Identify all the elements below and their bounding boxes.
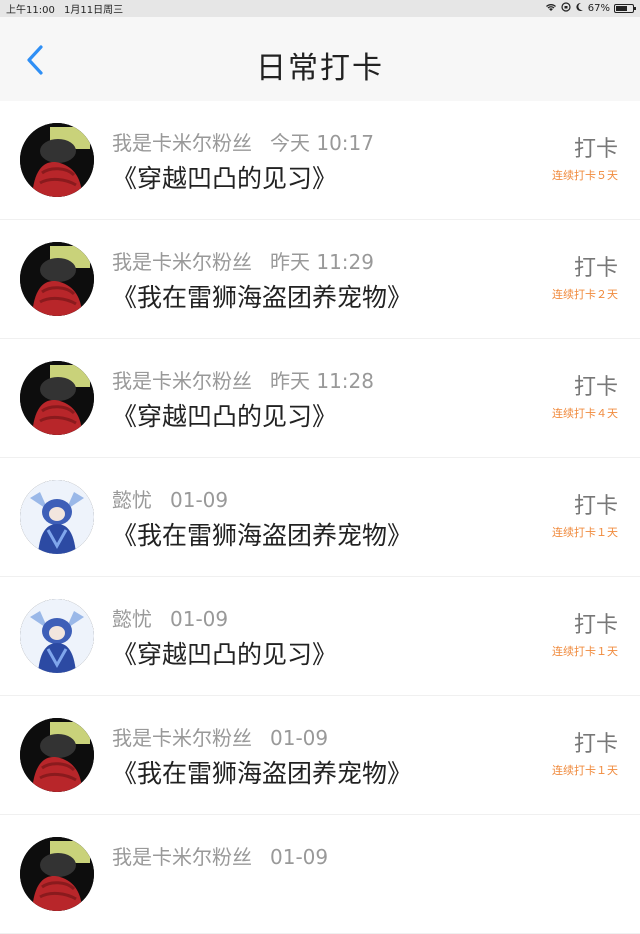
avatar[interactable] xyxy=(20,599,94,673)
post-time: 01-09 xyxy=(270,726,329,750)
name-line: 我是卡米尔粉丝 昨天 11:28 xyxy=(112,365,374,394)
name-line: 我是卡米尔粉丝 昨天 11:29 xyxy=(112,246,374,275)
post-time: 今天 10:17 xyxy=(270,131,374,155)
checkin-button[interactable]: 打卡 xyxy=(574,131,618,163)
avatar[interactable] xyxy=(20,718,94,792)
streak-label: 连续打卡１天 xyxy=(552,764,618,777)
username: 我是卡米尔粉丝 xyxy=(112,131,252,155)
post-time: 昨天 11:28 xyxy=(270,369,374,393)
name-line: 我是卡米尔粉丝 今天 10:17 xyxy=(112,127,374,156)
list-item[interactable]: 懿忧 01-09 《我在雷狮海盗团养宠物》 打卡 连续打卡１天 xyxy=(0,458,640,577)
name-line: 我是卡米尔粉丝 01-09 xyxy=(112,722,328,751)
status-date: 1月11日周三 xyxy=(64,5,124,16)
streak-label: 连续打卡１天 xyxy=(552,526,618,539)
name-line: 懿忧 01-09 xyxy=(112,484,228,513)
wifi-icon xyxy=(545,2,557,15)
book-title: 《穿越凹凸的见习》 xyxy=(112,640,338,669)
username: 懿忧 xyxy=(112,607,152,631)
checkin-button[interactable]: 打卡 xyxy=(574,607,618,639)
book-title: 《穿越凹凸的见习》 xyxy=(112,164,338,193)
streak-label: 连续打卡５天 xyxy=(552,169,618,182)
avatar[interactable] xyxy=(20,242,94,316)
name-line: 懿忧 01-09 xyxy=(112,603,228,632)
post-time: 昨天 11:29 xyxy=(270,250,374,274)
name-line: 我是卡米尔粉丝 01-09 xyxy=(112,841,328,870)
book-title: 《穿越凹凸的见习》 xyxy=(112,402,338,431)
book-title: 《我在雷狮海盗团养宠物》 xyxy=(112,759,413,788)
streak-label: 连续打卡１天 xyxy=(552,645,618,658)
checkin-button[interactable]: 打卡 xyxy=(574,369,618,401)
battery-percent: 67% xyxy=(587,3,610,14)
status-bar: 上午11:00 1月11日周三 67% xyxy=(0,0,640,17)
status-time: 上午11:00 xyxy=(6,5,55,16)
navigation-bar: 日常打卡 xyxy=(0,17,640,102)
checkin-button[interactable]: 打卡 xyxy=(574,488,618,520)
post-time: 01-09 xyxy=(170,488,229,512)
username: 我是卡米尔粉丝 xyxy=(112,369,252,393)
orientation-lock-icon xyxy=(561,2,571,15)
avatar[interactable] xyxy=(20,123,94,197)
list-item[interactable]: 我是卡米尔粉丝 今天 10:17 《穿越凹凸的见习》 打卡 连续打卡５天 xyxy=(0,101,640,220)
moon-icon xyxy=(575,2,584,15)
post-time: 01-09 xyxy=(170,607,229,631)
streak-label: 连续打卡２天 xyxy=(552,288,618,301)
streak-label: 连续打卡４天 xyxy=(552,407,618,420)
username: 懿忧 xyxy=(112,488,152,512)
avatar[interactable] xyxy=(20,480,94,554)
list-item[interactable]: 我是卡米尔粉丝 昨天 11:28 《穿越凹凸的见习》 打卡 连续打卡４天 xyxy=(0,339,640,458)
list-item[interactable]: 我是卡米尔粉丝 01-09 《我在雷狮海盗团养宠物》 打卡 连续打卡１天 xyxy=(0,696,640,815)
checkin-button[interactable]: 打卡 xyxy=(574,726,618,758)
username: 我是卡米尔粉丝 xyxy=(112,250,252,274)
checkin-list: 我是卡米尔粉丝 今天 10:17 《穿越凹凸的见习》 打卡 连续打卡５天 我是卡米… xyxy=(0,101,640,934)
book-title: 《我在雷狮海盗团养宠物》 xyxy=(112,521,413,550)
checkin-button[interactable]: 打卡 xyxy=(574,250,618,282)
username: 我是卡米尔粉丝 xyxy=(112,845,252,869)
post-time: 01-09 xyxy=(270,845,329,869)
list-item[interactable]: 我是卡米尔粉丝 昨天 11:29 《我在雷狮海盗团养宠物》 打卡 连续打卡２天 xyxy=(0,220,640,339)
username: 我是卡米尔粉丝 xyxy=(112,726,252,750)
book-title: 《我在雷狮海盗团养宠物》 xyxy=(112,283,413,312)
list-item[interactable]: 懿忧 01-09 《穿越凹凸的见习》 打卡 连续打卡１天 xyxy=(0,577,640,696)
avatar[interactable] xyxy=(20,837,94,911)
list-item[interactable]: 我是卡米尔粉丝 01-09 xyxy=(0,815,640,934)
page-title: 日常打卡 xyxy=(256,51,384,86)
avatar[interactable] xyxy=(20,361,94,435)
battery-icon xyxy=(614,4,636,13)
